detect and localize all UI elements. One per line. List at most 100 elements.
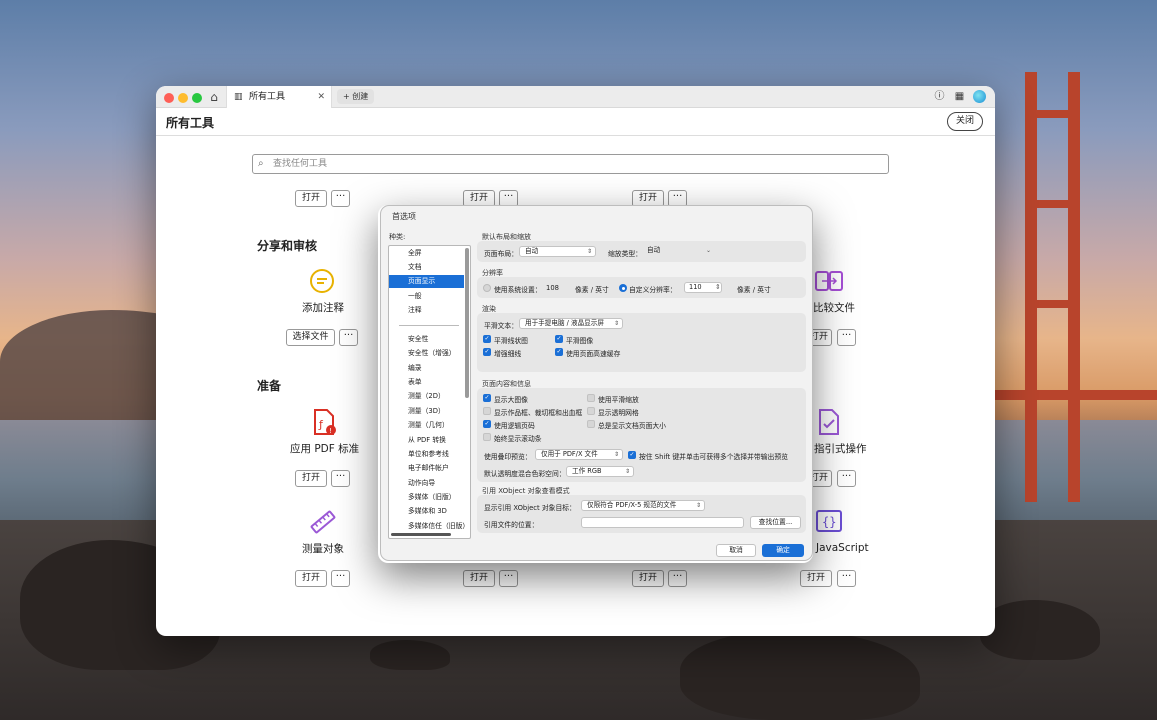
overprint-select[interactable]: 仅用于 PDF/X 文件 ⇕	[535, 449, 623, 460]
show-art-trim-bleed-checkbox[interactable]	[483, 407, 491, 415]
account-avatar[interactable]	[973, 90, 986, 103]
show-transparency-grid-checkbox[interactable]	[587, 407, 595, 415]
category-item-selected[interactable]: 页面显示	[389, 275, 464, 288]
apps-grid-icon[interactable]: ▦	[953, 90, 966, 103]
group-resolution: 使用系统设置： 108 像素 / 英寸 自定义分辨率： 110 ⇕ 像素 / 英…	[477, 277, 806, 298]
tool-guided-action[interactable]: 指引式操作	[814, 441, 867, 456]
open-button[interactable]: 打开	[463, 570, 495, 587]
tool-javascript[interactable]: JavaScript	[816, 542, 869, 554]
open-button[interactable]: 打开	[295, 190, 327, 207]
doc-page-size-checkbox[interactable]	[587, 420, 595, 428]
category-item[interactable]: 安全性（增强）	[389, 347, 464, 360]
category-item[interactable]: 单位和参考线	[389, 448, 464, 461]
custom-res-label: 自定义分辨率：	[629, 286, 677, 294]
tool-add-comment[interactable]: 添加注释	[302, 300, 344, 315]
ref-location-input[interactable]	[581, 517, 744, 528]
more-options-button[interactable]: ···	[339, 329, 358, 346]
use-system-radio[interactable]	[483, 284, 491, 292]
tab-all-tools[interactable]: ▥ 所有工具 ✕	[226, 86, 332, 108]
more-options-button[interactable]: ···	[331, 190, 350, 207]
category-item[interactable]: 安全性	[389, 333, 464, 346]
zoom-type-value: 自动	[647, 246, 661, 254]
page-layout-select[interactable]: 自动 ⇕	[519, 246, 596, 257]
category-item[interactable]: 全屏	[389, 247, 464, 260]
category-item[interactable]: 测量（几何）	[389, 419, 464, 432]
custom-res-radio[interactable]	[619, 284, 627, 292]
help-icon[interactable]: ⓘ	[933, 90, 946, 103]
category-item[interactable]: 多媒体和 3D	[389, 505, 464, 518]
close-window-button[interactable]	[164, 93, 174, 103]
use-page-cache-checkbox[interactable]: ✓	[555, 348, 563, 356]
blend-space-select[interactable]: 工作 RGB ⇕	[566, 466, 634, 477]
more-options-button[interactable]: ···	[837, 329, 856, 346]
more-options-button[interactable]: ···	[331, 470, 350, 487]
show-scrollbars-label: 始终显示滚动条	[494, 435, 542, 443]
zoom-window-button[interactable]	[192, 93, 202, 103]
cancel-button[interactable]: 取消	[716, 544, 756, 557]
open-button[interactable]: 打开	[800, 570, 832, 587]
open-button[interactable]: 打开	[632, 570, 664, 587]
more-options-button[interactable]: ···	[668, 570, 687, 587]
open-button[interactable]: 打开	[295, 570, 327, 587]
open-button[interactable]: 打开	[295, 470, 327, 487]
stepper-icon[interactable]: ⇕	[715, 283, 721, 291]
shift-click-checkbox[interactable]: ✓	[628, 451, 636, 459]
smooth-line-art-checkbox[interactable]: ✓	[483, 335, 491, 343]
comment-icon	[309, 268, 335, 294]
smooth-images-checkbox[interactable]: ✓	[555, 335, 563, 343]
enhance-thin-lines-checkbox[interactable]: ✓	[483, 348, 491, 356]
choose-file-button[interactable]: 选择文件	[286, 329, 335, 346]
category-item[interactable]: 测量（3D）	[389, 405, 464, 418]
dialog-title: 首选项	[392, 212, 416, 221]
stepper-icon: ⇕	[695, 502, 701, 509]
category-item[interactable]: 多媒体信任（旧版）	[389, 520, 469, 533]
category-list[interactable]: 全屏 文档 页面显示 一般 注释 安全性 安全性（增强） 编录 表单 测量（2D…	[388, 245, 471, 539]
more-options-button[interactable]: ···	[331, 570, 350, 587]
close-tab-icon[interactable]: ✕	[317, 86, 325, 108]
xobject-show-label: 显示引用 XObject 对象目标：	[484, 504, 576, 512]
category-item[interactable]: 动作向导	[389, 477, 464, 490]
category-hscrollbar[interactable]	[391, 533, 451, 536]
ok-button[interactable]: 确定	[762, 544, 804, 557]
category-item[interactable]: 文档	[389, 261, 464, 274]
search-placeholder: 查找任何工具	[273, 159, 328, 169]
tool-compare-files[interactable]: 比较文件	[813, 300, 855, 315]
category-item[interactable]: 多媒体（旧版）	[389, 491, 464, 504]
category-scrollbar[interactable]	[465, 248, 469, 398]
smooth-zoom-checkbox[interactable]	[587, 394, 595, 402]
minimize-window-button[interactable]	[178, 93, 188, 103]
xobject-show-select[interactable]: 仅限符合 PDF/X-5 规范的文件 ⇕	[581, 500, 705, 511]
category-item[interactable]: 测量（2D）	[389, 390, 464, 403]
more-options-button[interactable]: ···	[837, 570, 856, 587]
group-content: ✓ 显示大图像 使用平滑缩放 显示作品框、裁切框和出血框 显示透明网格 ✓ 使用…	[477, 388, 806, 482]
blend-space-label: 默认透明度混合色彩空间：	[484, 470, 566, 478]
page-layout-value: 自动	[525, 247, 539, 255]
tool-apply-pdf-standard[interactable]: 应用 PDF 标准	[290, 441, 359, 456]
category-item[interactable]: 从 PDF 转换	[389, 434, 464, 447]
javascript-icon: {}	[815, 508, 842, 534]
more-options-button[interactable]: ···	[837, 470, 856, 487]
new-tab-button[interactable]: + 创建	[337, 89, 375, 104]
logical-page-numbers-checkbox[interactable]: ✓	[483, 420, 491, 428]
category-item[interactable]: 电子邮件帐户	[389, 462, 464, 475]
category-item[interactable]: 表单	[389, 376, 464, 389]
category-item[interactable]: 编录	[389, 362, 464, 375]
search-input[interactable]: ⌕ 查找任何工具	[252, 154, 889, 174]
show-art-trim-bleed-label: 显示作品框、裁切框和出血框	[494, 409, 583, 417]
category-item[interactable]: 注释	[389, 304, 464, 317]
tool-measure-object[interactable]: 测量对象	[302, 541, 344, 556]
show-scrollbars-checkbox[interactable]	[483, 433, 491, 441]
close-button[interactable]: 关闭	[947, 112, 983, 131]
category-item[interactable]: 一般	[389, 290, 464, 303]
xobject-show-value: 仅限符合 PDF/X-5 规范的文件	[587, 501, 677, 509]
more-options-button[interactable]: ···	[499, 570, 518, 587]
browse-button[interactable]: 查找位置...	[750, 516, 801, 529]
section-prepare: 准备	[257, 379, 282, 393]
home-icon[interactable]: ⌂	[206, 89, 222, 105]
zoom-type-select[interactable]: 自动 ⌄	[642, 246, 714, 257]
guided-action-icon	[816, 408, 842, 435]
background-rock	[370, 640, 450, 670]
smooth-text-label: 平滑文本：	[484, 322, 518, 330]
smooth-text-select[interactable]: 用于手提电脑 / 液晶显示屏 ⇕	[519, 318, 623, 329]
show-large-images-checkbox[interactable]: ✓	[483, 394, 491, 402]
